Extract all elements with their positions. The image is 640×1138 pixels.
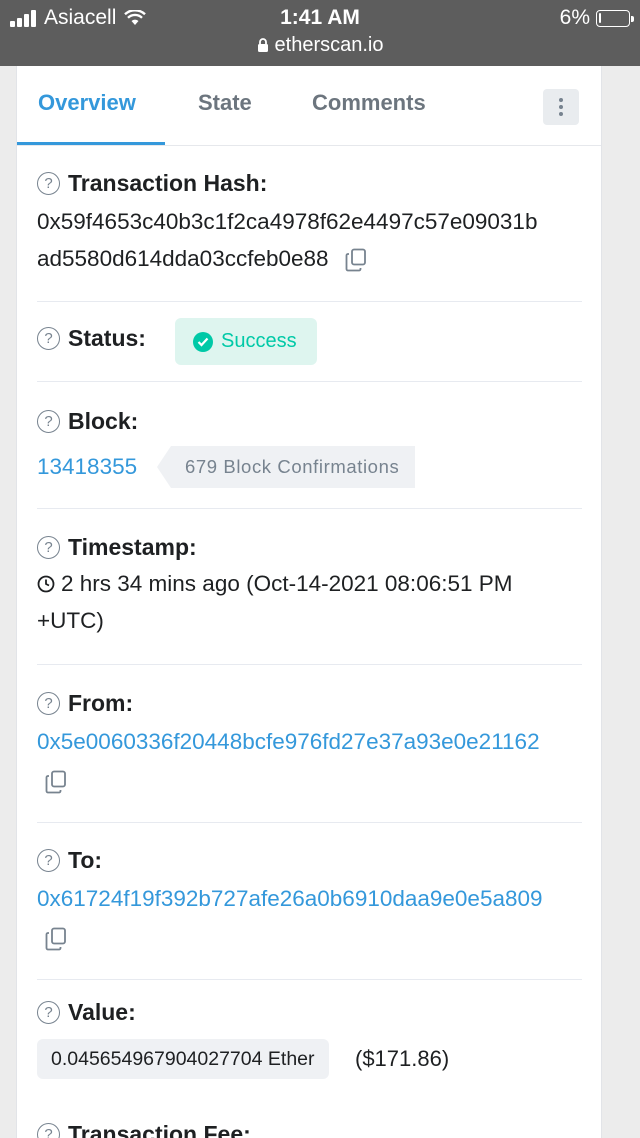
clock-icon <box>37 575 55 593</box>
more-vertical-icon <box>559 98 563 102</box>
hash-section: ? Transaction Hash: 0x59f4653c40b3c1f2ca… <box>37 170 582 277</box>
timestamp-section: ? Timestamp: 2 hrs 34 mins ago (Oct-14-2… <box>37 534 582 639</box>
timestamp-line-1: 2 hrs 34 mins ago (Oct-14-2021 08:06:51 … <box>61 571 513 596</box>
divider <box>37 301 582 302</box>
battery-group: 6% <box>559 6 634 30</box>
from-value: 0x5e0060336f20448bcfe976fd27e37a93e0e211… <box>37 723 582 797</box>
question-icon[interactable]: ? <box>37 172 60 195</box>
from-label-row: ? From: <box>37 690 582 717</box>
tab-comments[interactable]: Comments <box>312 90 426 116</box>
question-icon[interactable]: ? <box>37 1001 60 1024</box>
divider <box>37 822 582 823</box>
question-icon[interactable]: ? <box>37 327 60 350</box>
tab-overview[interactable]: Overview <box>38 90 136 116</box>
from-address-link[interactable]: 0x5e0060336f20448bcfe976fd27e37a93e0e211… <box>37 723 582 760</box>
divider <box>37 508 582 509</box>
tab-bar: Overview State Comments <box>17 66 601 146</box>
address-bar[interactable]: etherscan.io <box>0 34 640 57</box>
hash-line-1: 0x59f4653c40b3c1f2ca4978f62e4497c57e0903… <box>37 209 538 234</box>
hash-label: Transaction Hash: <box>68 170 268 196</box>
question-icon[interactable]: ? <box>37 849 60 872</box>
url-text: etherscan.io <box>274 34 384 56</box>
clock-time: 1:41 AM <box>280 6 360 29</box>
divider <box>37 979 582 980</box>
lock-icon <box>257 38 268 52</box>
hash-line-2: ad5580d614dda03ccfeb0e88 <box>37 246 329 271</box>
value-section: ? Value: <box>37 999 582 1026</box>
battery-percent: 6% <box>559 6 590 29</box>
hash-value: 0x59f4653c40b3c1f2ca4978f62e4497c57e0903… <box>37 203 582 277</box>
question-icon[interactable]: ? <box>37 692 60 715</box>
to-value: 0x61724f19f392b727afe26a0b6910daa9e0e5a8… <box>37 880 582 954</box>
to-label: To: <box>68 847 103 873</box>
block-confirmations-badge: 679 Block Confirmations <box>157 446 416 488</box>
block-section: ? Block: <box>37 408 582 435</box>
copy-icon[interactable] <box>45 927 67 951</box>
question-icon[interactable]: ? <box>37 410 60 433</box>
active-tab-indicator <box>17 142 165 145</box>
timestamp-value: 2 hrs 34 mins ago (Oct-14-2021 08:06:51 … <box>37 565 582 639</box>
copy-icon[interactable] <box>45 770 67 794</box>
to-label-row: ? To: <box>37 847 582 874</box>
status-label: Status: <box>68 325 146 351</box>
block-number-link[interactable]: 13418355 <box>37 448 137 485</box>
question-icon[interactable]: ? <box>37 1123 60 1138</box>
block-label: Block: <box>68 408 139 434</box>
battery-icon <box>596 9 634 27</box>
divider <box>37 664 582 665</box>
timestamp-line-1-row: 2 hrs 34 mins ago (Oct-14-2021 08:06:51 … <box>37 565 582 602</box>
status-badge: Success <box>175 318 317 365</box>
battery-level <box>599 12 601 23</box>
fee-section: ? Transaction Fee: <box>37 1121 582 1138</box>
value-ether-badge: 0.045654967904027704 Ether <box>37 1039 329 1079</box>
more-options-button[interactable] <box>543 89 579 125</box>
value-label: Value: <box>68 999 136 1025</box>
status-bar: Asiacell 1:41 AM etherscan.io 6% <box>0 0 640 66</box>
status-value: Success <box>221 330 297 352</box>
check-circle-icon <box>193 331 213 352</box>
block-label-row: ? Block: <box>37 408 582 435</box>
timestamp-label-row: ? Timestamp: <box>37 534 582 561</box>
to-address-link[interactable]: 0x61724f19f392b727afe26a0b6910daa9e0e5a8… <box>37 880 582 917</box>
timestamp-label: Timestamp: <box>68 534 197 560</box>
to-section: ? To: 0x61724f19f392b727afe26a0b6910daa9… <box>37 847 582 954</box>
hash-line-2-row: ad5580d614dda03ccfeb0e88 <box>37 240 582 277</box>
copy-icon[interactable] <box>345 248 367 272</box>
fee-label-row: ? Transaction Fee: <box>37 1121 582 1138</box>
fee-label: Transaction Fee: <box>68 1121 251 1138</box>
timestamp-line-2: +UTC) <box>37 608 104 633</box>
tab-state[interactable]: State <box>198 90 252 116</box>
transaction-card: Overview State Comments ? Transaction Ha… <box>16 66 602 1138</box>
question-icon[interactable]: ? <box>37 536 60 559</box>
value-usd: ($171.86) <box>355 1046 450 1071</box>
value-label-row: ? Value: <box>37 999 582 1026</box>
from-section: ? From: 0x5e0060336f20448bcfe976fd27e37a… <box>37 690 582 797</box>
from-label: From: <box>68 690 134 716</box>
hash-label-row: ? Transaction Hash: <box>37 170 582 197</box>
divider <box>37 381 582 382</box>
